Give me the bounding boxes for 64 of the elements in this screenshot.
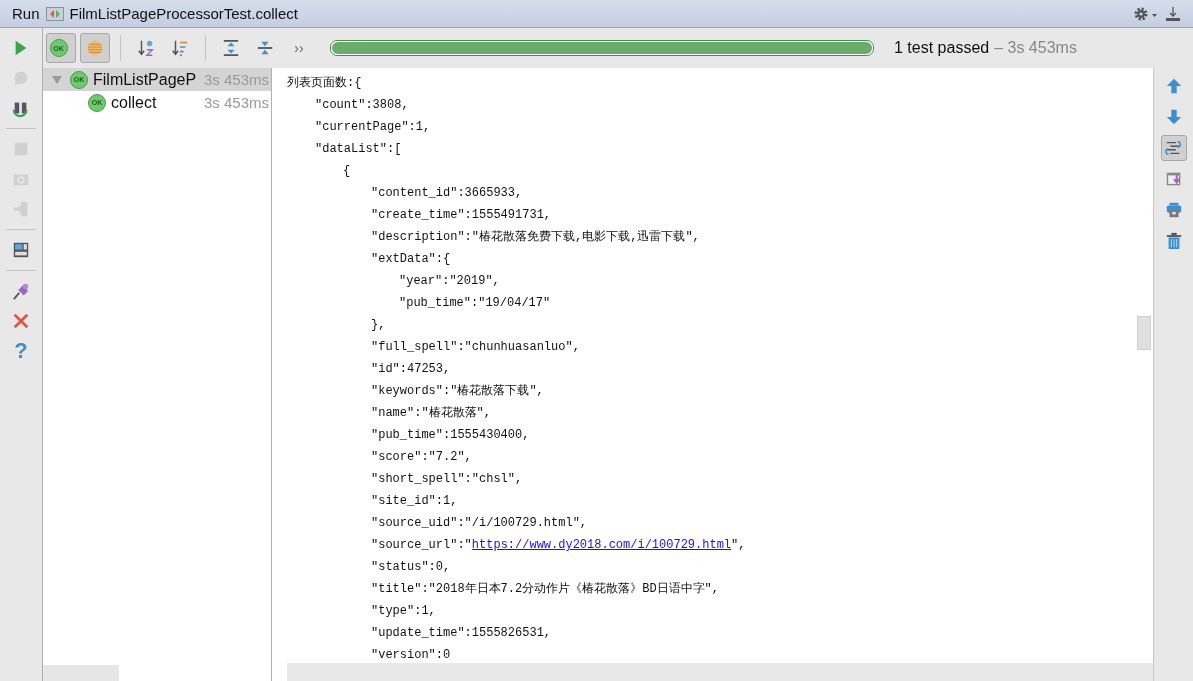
console-line: "count":3808, <box>315 97 409 114</box>
layout-icon <box>12 241 30 259</box>
console-line: "pub_time":"19/04/17" <box>399 295 551 312</box>
console-line: "source_uid":"/i/100729.html", <box>371 515 588 532</box>
scrollbar[interactable] <box>287 663 1153 681</box>
console-line: "currentPage":1, <box>315 119 431 136</box>
console-line: "site_id":1, <box>371 493 458 510</box>
wrap-button[interactable] <box>1160 135 1187 161</box>
console-line: "version":0 <box>371 647 451 664</box>
test-duration: 3s 453ms <box>203 94 269 111</box>
close-icon <box>12 312 30 330</box>
settings-icon[interactable] <box>1133 5 1159 22</box>
console-line: "create_time":1555491731, <box>371 207 552 224</box>
console-line: }, <box>371 317 386 334</box>
print-icon <box>1164 201 1183 219</box>
expand-arrow-icon[interactable] <box>51 74 63 85</box>
console-line: "short_spell":"chsl", <box>371 471 523 488</box>
test-result: 1 test passed <box>894 39 990 57</box>
window-title: FilmListPageProcessorTest.collect <box>69 5 298 22</box>
scroll-end-icon <box>1164 170 1183 188</box>
console-line: "name":"椿花散落", <box>371 405 491 422</box>
bubble-icon <box>12 69 30 87</box>
striped-circle-icon <box>86 39 104 57</box>
more-button[interactable]: ›› <box>284 33 314 63</box>
test-duration: 3s 453ms <box>203 71 269 88</box>
test-name: FilmListPageP <box>93 70 197 89</box>
console-line: "id":47253, <box>371 361 451 378</box>
striped-circle-button[interactable] <box>80 33 110 63</box>
panel-label: Run <box>12 5 40 22</box>
console-line: "dataList":[ <box>315 141 402 158</box>
url-link[interactable]: https://www.dy2018.com/i/100729.html <box>471 534 732 556</box>
console-line: "full_spell":"chunhuasanluo", <box>371 339 580 356</box>
total-duration: – 3s 453ms <box>994 39 1077 57</box>
console-line: { <box>343 163 351 180</box>
console-line: "update_time":1555826531, <box>371 625 552 642</box>
console-line: "status":0, <box>371 559 451 576</box>
scrollbar[interactable] <box>43 665 119 681</box>
console-line: "year":"2019", <box>399 273 500 290</box>
test-name: collect <box>111 93 157 112</box>
console-text: ", <box>731 537 746 554</box>
trash-icon <box>1164 232 1183 250</box>
pin-icon <box>12 282 30 300</box>
console-line: "content_id":3665933, <box>371 185 523 202</box>
up-arrow-icon <box>1164 77 1183 95</box>
stop-icon <box>12 140 30 158</box>
console-line: "keywords":"椿花散落下载", <box>371 383 544 400</box>
hide-icon[interactable] <box>1165 5 1181 22</box>
console-text: "source_url":" <box>371 537 472 554</box>
console-line: "score":"7.2", <box>371 449 472 466</box>
console-line: "title":"2018年日本7.2分动作片《椿花散落》BD日语中字", <box>371 581 720 598</box>
exit-icon <box>12 200 30 218</box>
sort-icon <box>137 39 155 57</box>
console-line: "pub_time":1555430400, <box>371 427 530 444</box>
console-line: "description":"椿花散落免费下载,电影下载,迅雷下载", <box>371 229 700 246</box>
collapse-icon <box>256 39 274 57</box>
expand-icon <box>222 39 240 57</box>
wrap-icon <box>1164 139 1183 157</box>
console-line: "extData":{ <box>371 251 451 268</box>
console-line: "type":1, <box>371 603 436 620</box>
sort-bars-icon <box>171 39 189 57</box>
scrollbar-thumb[interactable] <box>1137 316 1151 350</box>
down-arrow-icon <box>1164 108 1183 126</box>
console-line: 列表页面数:{ <box>287 75 362 92</box>
run-config-icon <box>45 6 64 21</box>
